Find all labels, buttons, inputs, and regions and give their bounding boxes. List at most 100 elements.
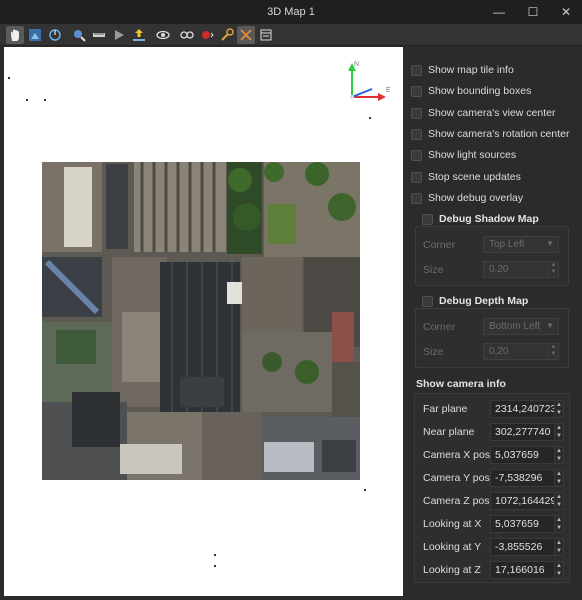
camera-field-label: Far plane <box>423 403 468 415</box>
checkbox-show-camera-view-center[interactable]: Show camera's view center <box>411 104 555 122</box>
checkbox-label: Show bounding boxes <box>428 85 532 97</box>
spin-value: -7,538296 <box>495 472 543 484</box>
depth-size-row: Size 0,20 ▲ ▼ <box>423 343 565 361</box>
camera-field-label: Looking at Z <box>423 564 481 576</box>
spin-value: 17,166016 <box>495 564 545 576</box>
point-speck <box>26 99 28 101</box>
shadow-corner-select[interactable]: Top Left ▼ <box>483 236 559 253</box>
spin-value: 0,20 <box>489 346 509 357</box>
shadow-map-group-toggle[interactable]: Debug Shadow Map <box>422 212 539 226</box>
effects-icon[interactable] <box>198 26 216 44</box>
minimize-button[interactable]: — <box>485 2 513 22</box>
spin-arrows-icon[interactable]: ▲ ▼ <box>554 470 563 486</box>
near-plane-spinbox[interactable]: 302,277740 ▲ ▼ <box>490 423 564 441</box>
spin-arrows-icon[interactable]: ▲ ▼ <box>554 539 563 555</box>
checkbox-label: Show debug overlay <box>428 192 524 204</box>
spin-value: 5,037659 <box>495 518 539 530</box>
depth-corner-row: Corner Bottom Left ▼ <box>423 318 565 336</box>
spin-arrows-icon[interactable]: ▲ ▼ <box>554 401 563 417</box>
select-value: Top Left <box>489 239 525 250</box>
spin-arrows-icon[interactable]: ▲ ▼ <box>554 562 563 578</box>
checkbox-show-light-sources[interactable]: Show light sources <box>411 146 516 164</box>
close-button[interactable]: ✕ <box>552 2 580 22</box>
checkbox-box[interactable] <box>411 149 422 161</box>
depth-map-group: Corner Bottom Left ▼ Size 0,20 ▲ ▼ <box>415 308 569 368</box>
spin-arrows-icon[interactable]: ▲ ▼ <box>548 344 558 359</box>
spin-arrows-icon[interactable]: ▲ ▼ <box>554 447 563 463</box>
camera-row-far-plane: Far plane 2314,240723 ▲ ▼ <box>415 399 569 419</box>
axis-east-label: E <box>386 87 391 94</box>
spin-arrows-icon[interactable]: ▲ ▼ <box>554 424 563 440</box>
checkbox-stop-scene-updates[interactable]: Stop scene updates <box>411 168 521 186</box>
shadow-size-spinbox[interactable]: 0,20 ▲ ▼ <box>483 261 559 278</box>
spin-value: 5,037659 <box>495 449 539 461</box>
map-theme-icon[interactable] <box>237 26 255 44</box>
looking-y-spinbox[interactable]: -3,855526 ▲ ▼ <box>490 538 564 556</box>
spin-value: 1072,164429 <box>495 495 557 507</box>
axis-north-label: N <box>354 61 359 68</box>
checkbox-label: Stop scene updates <box>428 171 521 183</box>
checkbox-show-debug-overlay[interactable]: Show debug overlay <box>411 189 523 207</box>
looking-x-spinbox[interactable]: 5,037659 ▲ ▼ <box>490 515 564 533</box>
field-label: Corner <box>423 321 456 333</box>
animation-play-icon[interactable] <box>110 26 128 44</box>
camera-row-looking-y: Looking at Y -3,855526 ▲ ▼ <box>415 537 569 557</box>
measure-icon[interactable] <box>90 26 108 44</box>
checkbox-box[interactable] <box>411 64 422 76</box>
spin-value: 2314,240723 <box>495 403 557 415</box>
spin-arrows-icon[interactable]: ▲ ▼ <box>554 493 563 509</box>
spin-arrows-icon[interactable]: ▲ ▼ <box>554 516 563 532</box>
checkbox-box[interactable] <box>422 213 433 225</box>
camera-x-spinbox[interactable]: 5,037659 ▲ ▼ <box>490 446 564 464</box>
map-canvas[interactable]: N E <box>4 47 403 596</box>
spin-arrows-icon[interactable]: ▲ ▼ <box>548 262 558 277</box>
checkbox-show-bounding-boxes[interactable]: Show bounding boxes <box>411 82 531 100</box>
camera-row-y-pos: Camera Y pos -7,538296 ▲ ▼ <box>415 468 569 488</box>
checkbox-box[interactable] <box>411 85 422 97</box>
looking-z-spinbox[interactable]: 17,166016 ▲ ▼ <box>490 561 564 579</box>
point-speck <box>214 554 216 556</box>
camera-row-z-pos: Camera Z pos 1072,164429 ▲ ▼ <box>415 491 569 511</box>
checkbox-box[interactable] <box>422 295 433 307</box>
spin-value: -3,855526 <box>495 541 543 553</box>
camera-row-looking-x: Looking at X 5,037659 ▲ ▼ <box>415 514 569 534</box>
shadow-size-row: Size 0,20 ▲ ▼ <box>423 261 565 279</box>
depth-corner-select[interactable]: Bottom Left ▼ <box>483 318 559 335</box>
checkbox-box[interactable] <box>411 107 422 119</box>
export-icon[interactable] <box>130 26 148 44</box>
checkbox-show-camera-rotation-center[interactable]: Show camera's rotation center <box>411 125 570 143</box>
camera-y-spinbox[interactable]: -7,538296 ▲ ▼ <box>490 469 564 487</box>
shadow-map-group: Corner Top Left ▼ Size 0,20 ▲ ▼ <box>415 226 569 286</box>
depth-size-spinbox[interactable]: 0,20 ▲ ▼ <box>483 343 559 360</box>
camera-field-label: Looking at X <box>423 518 482 530</box>
pan-hand-icon[interactable] <box>6 26 24 44</box>
checkbox-box[interactable] <box>411 171 422 183</box>
configure-icon[interactable] <box>218 26 236 44</box>
menu-icon[interactable] <box>257 26 275 44</box>
maximize-button[interactable]: ☐ <box>519 2 547 22</box>
rotate-icon[interactable] <box>46 26 64 44</box>
camera-field-label: Camera Y pos <box>423 472 490 484</box>
camera-field-label: Looking at Y <box>423 541 482 553</box>
identify-icon[interactable] <box>70 26 88 44</box>
group-title: Debug Shadow Map <box>439 213 539 225</box>
depth-map-group-toggle[interactable]: Debug Depth Map <box>422 294 528 308</box>
camera-info-title: Show camera info <box>416 378 506 390</box>
zoom-area-icon[interactable] <box>26 26 44 44</box>
camera-field-label: Camera X pos <box>423 449 491 461</box>
view-options-icon[interactable] <box>154 26 172 44</box>
camera-options-icon[interactable] <box>178 26 196 44</box>
checkbox-box[interactable] <box>411 128 422 140</box>
checkbox-box[interactable] <box>411 192 422 204</box>
far-plane-spinbox[interactable]: 2314,240723 ▲ ▼ <box>490 400 564 418</box>
checkbox-label: Show camera's view center <box>428 107 556 119</box>
camera-z-spinbox[interactable]: 1072,164429 ▲ ▼ <box>490 492 564 510</box>
field-label: Size <box>423 346 444 358</box>
checkbox-show-map-tile-info[interactable]: Show map tile info <box>411 61 514 79</box>
point-speck <box>44 99 46 101</box>
map-toolbar <box>0 24 582 46</box>
shadow-corner-row: Corner Top Left ▼ <box>423 236 565 254</box>
field-label: Corner <box>423 239 456 251</box>
field-label: Size <box>423 264 444 276</box>
checkbox-label: Show light sources <box>428 149 517 161</box>
